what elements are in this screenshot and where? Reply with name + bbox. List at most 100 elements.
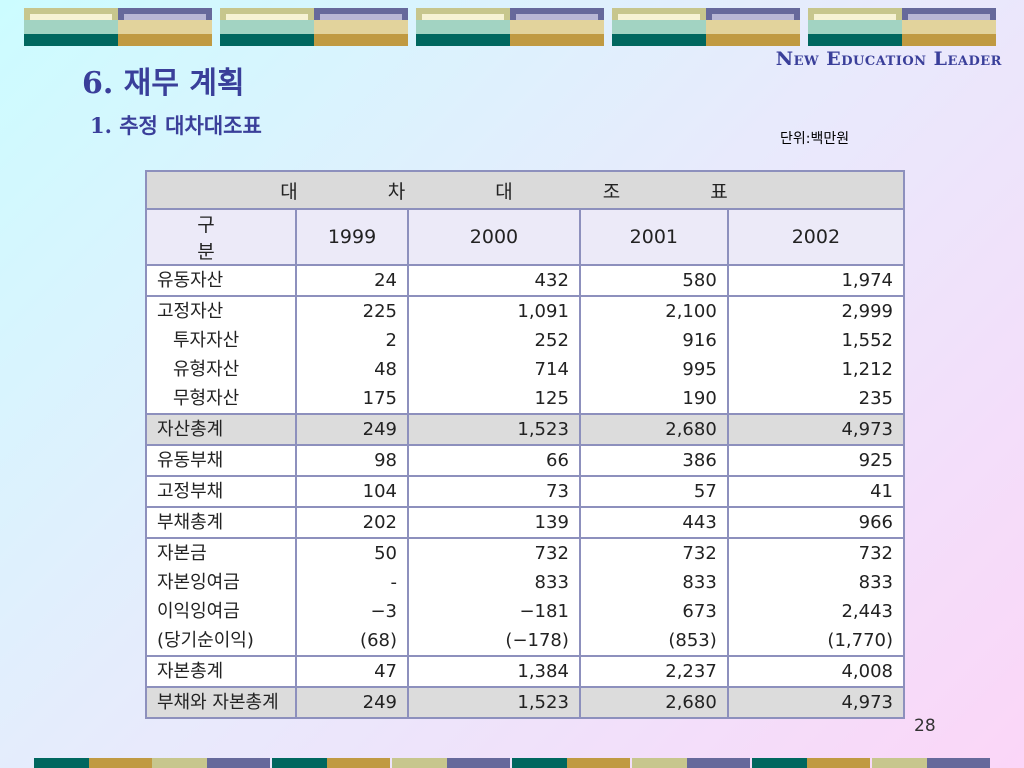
header-decoration <box>24 8 212 46</box>
footer-decoration <box>872 758 990 768</box>
cell-value: 925 <box>858 450 893 471</box>
row-label-cell: 유동부채 <box>145 444 297 477</box>
value-cell: 1,091 252 714 125 <box>407 295 581 415</box>
value-cell: 4,973 <box>726 686 906 719</box>
header-decoration <box>808 8 996 46</box>
row-label: 자본금 <box>157 543 207 564</box>
row-label: 유동부채 <box>157 450 224 471</box>
table-row: 부채총계 202 139 443 966 <box>145 506 906 539</box>
cell-value: 66 <box>546 450 569 471</box>
value-cell: 24 <box>295 264 409 297</box>
value-cell: 249 <box>295 686 409 719</box>
column-header-year: 2002 <box>726 208 906 266</box>
cell-value: 386 <box>682 450 717 471</box>
table-header-row: 구 분 1999 2000 2001 2002 <box>145 208 906 266</box>
cell-value: (1,770) <box>827 630 893 651</box>
row-label: 고정부채 <box>157 481 224 502</box>
cell-value: 833 <box>534 572 569 593</box>
page-subtitle: 1. 추정 대차대조표 <box>90 113 262 138</box>
cell-value: 190 <box>682 388 717 409</box>
value-cell: 732 833 2,443 (1,770) <box>726 537 906 657</box>
cell-value: 916 <box>682 330 717 351</box>
cell-value: 2,443 <box>841 601 893 622</box>
row-label-cell: 유동자산 <box>145 264 297 297</box>
row-label-cell: 부채와 자본총계 <box>145 686 297 719</box>
cell-value: 50 <box>374 543 397 564</box>
value-cell: 580 <box>578 264 729 297</box>
table-row: 자본금 자본잉여금 이익잉여금 (당기순이익) 50 - −3 (68) 732 833 −181 (… <box>145 537 906 657</box>
cell-value: 732 <box>682 543 717 564</box>
table-row: 자본총계 47 1,384 2,237 4,008 <box>145 655 906 688</box>
balance-sheet-table: 대 차 대 조 표 구 분 1999 2000 2001 2002 유동자산 24… <box>145 170 906 719</box>
row-label: 부채와 자본총계 <box>157 692 279 713</box>
header-decoration <box>220 8 408 46</box>
row-label: 유동자산 <box>157 270 224 291</box>
value-cell: 925 <box>726 444 906 477</box>
row-label-cell: 고정자산투자자산유형자산무형자산 <box>145 295 297 415</box>
value-cell: 57 <box>578 475 729 508</box>
cell-value: 833 <box>682 572 717 593</box>
value-cell: 98 <box>295 444 409 477</box>
header-decoration <box>612 8 800 46</box>
footer-decoration <box>512 758 630 768</box>
value-cell: 432 <box>407 264 581 297</box>
row-label: 고정자산 <box>157 301 224 322</box>
cell-value: - <box>390 572 398 593</box>
cell-value: 57 <box>693 481 717 502</box>
value-cell: 4,973 <box>726 413 906 446</box>
cell-value: 1,384 <box>517 661 569 682</box>
row-label-cell: 자본총계 <box>145 655 297 688</box>
table-row: 고정부채 104 73 57 41 <box>145 475 906 508</box>
page-title: 6. 재무 계획 <box>82 66 245 101</box>
cell-value: 2,680 <box>665 419 717 440</box>
cell-value: 252 <box>534 330 569 351</box>
cell-value: 1,974 <box>841 270 893 291</box>
cell-value: 673 <box>682 601 717 622</box>
cell-value: 432 <box>534 270 569 291</box>
cell-value: 47 <box>374 661 397 682</box>
cell-value: −181 <box>519 601 569 622</box>
row-label: 자본잉여금 <box>157 572 240 593</box>
cell-value: 41 <box>870 481 893 502</box>
row-label: 이익잉여금 <box>157 601 240 622</box>
row-label: 부채총계 <box>157 512 224 533</box>
table-title-row: 대 차 대 조 표 <box>145 170 905 210</box>
footer-decoration <box>152 758 270 768</box>
row-label-cell: 자본금 자본잉여금 이익잉여금 (당기순이익) <box>145 537 297 657</box>
value-cell: 386 <box>578 444 729 477</box>
value-cell: 41 <box>726 475 906 508</box>
value-cell: 202 <box>295 506 409 539</box>
row-label-cell: 자산총계 <box>145 413 297 446</box>
cell-value: 125 <box>534 388 569 409</box>
cell-value: 1,552 <box>841 330 893 351</box>
value-cell: 966 <box>726 506 906 539</box>
value-cell: 2,680 <box>578 686 729 719</box>
row-label: 자본총계 <box>157 661 224 682</box>
row-label-cell: 고정부채 <box>145 475 297 508</box>
brand-name: New Education Leader <box>775 48 1002 70</box>
cell-value: 98 <box>374 450 397 471</box>
cell-value: 2,237 <box>665 661 717 682</box>
cell-value: 580 <box>682 270 717 291</box>
value-cell: 47 <box>295 655 409 688</box>
cell-value: 202 <box>362 512 397 533</box>
value-cell: 1,523 <box>407 686 581 719</box>
cell-value: 139 <box>534 512 569 533</box>
cell-value: 48 <box>374 359 397 380</box>
value-cell: 104 <box>295 475 409 508</box>
table-row: 자산총계 249 1,523 2,680 4,973 <box>145 413 906 446</box>
cell-value: (68) <box>360 630 397 651</box>
row-label: 무형자산 <box>173 388 240 409</box>
cell-value: 995 <box>682 359 717 380</box>
column-header-year: 1999 <box>295 208 409 266</box>
value-cell: 139 <box>407 506 581 539</box>
footer-decoration <box>752 758 870 768</box>
row-label: 유형자산 <box>173 359 240 380</box>
unit-label: 단위:백만원 <box>780 131 850 147</box>
row-label: 자산총계 <box>157 419 224 440</box>
row-label: 투자자산 <box>173 330 240 351</box>
cell-value: 732 <box>534 543 569 564</box>
cell-value: 833 <box>858 572 893 593</box>
cell-value: 2,680 <box>665 692 717 713</box>
column-header-year: 2000 <box>407 208 581 266</box>
